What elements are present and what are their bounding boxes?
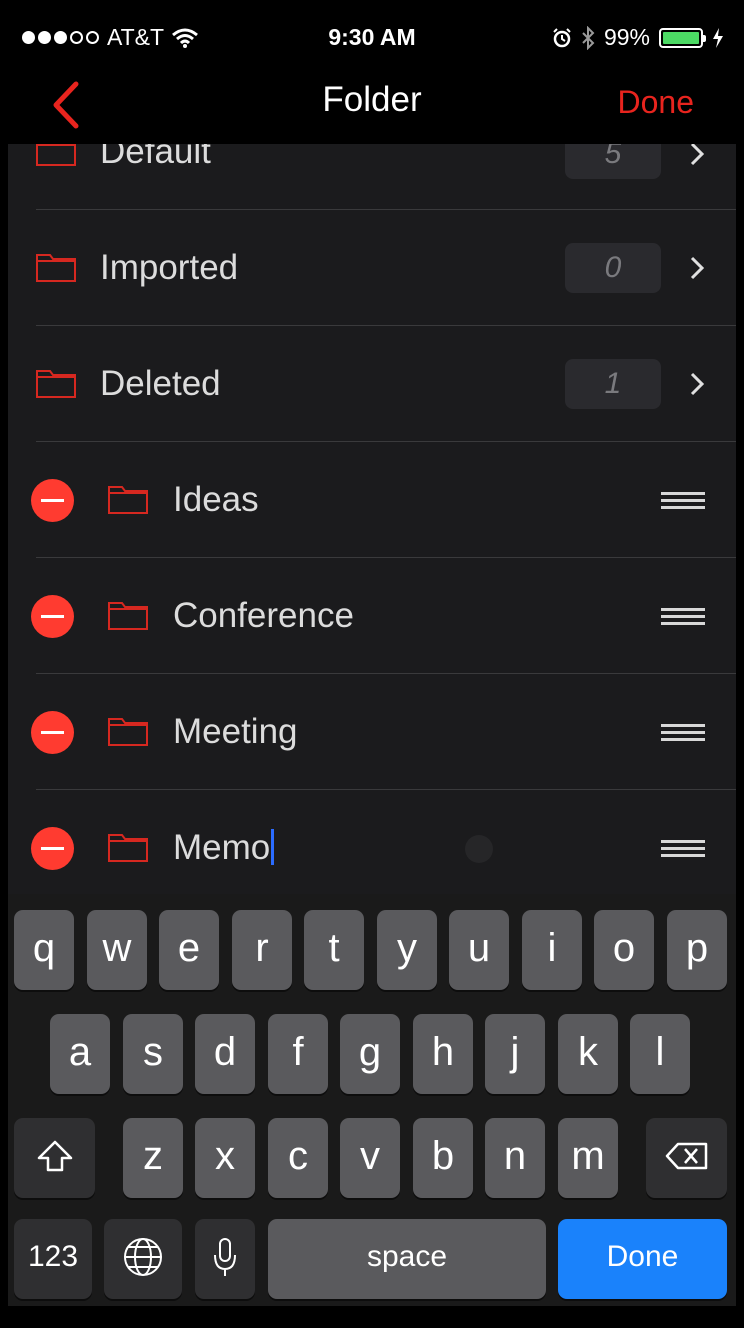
folder-icon (108, 834, 148, 862)
battery-percent: 99% (603, 24, 650, 50)
reorder-handle-icon[interactable] (661, 840, 705, 858)
folder-name-text: Memo (173, 828, 271, 867)
folder-count-badge: 1 (565, 359, 661, 409)
alarm-icon (553, 27, 571, 47)
key-x[interactable]: x (195, 1118, 255, 1198)
folder-name: Ideas (173, 480, 259, 519)
folder-icon (36, 370, 76, 398)
folder-list: Default 5 Imported 0 Deleted 1 Ideas Con… (8, 144, 736, 894)
globe-key[interactable] (104, 1219, 182, 1299)
key-s[interactable]: s (123, 1014, 183, 1094)
key-y[interactable]: y (377, 910, 437, 990)
key-u[interactable]: u (449, 910, 509, 990)
list-item-editable-folder[interactable]: Ideas (8, 442, 736, 558)
keyboard: q w e r t y u i o p a s d f g h j k l z … (8, 894, 736, 1306)
globe-icon (124, 1238, 162, 1276)
folder-icon (108, 486, 148, 514)
delete-folder-button[interactable] (31, 595, 74, 638)
delete-folder-button[interactable] (31, 827, 74, 870)
key-p[interactable]: p (667, 910, 727, 990)
list-item-editable-folder[interactable]: Meeting (8, 674, 736, 790)
list-item-folder[interactable]: Deleted 1 (8, 326, 736, 442)
done-button[interactable]: Done (618, 84, 695, 121)
reorder-handle-icon[interactable] (661, 608, 705, 626)
bottom-edge (0, 1306, 744, 1328)
key-o[interactable]: o (594, 910, 654, 990)
navigation-bar: Folder Done (8, 62, 736, 144)
backspace-key[interactable] (646, 1118, 727, 1198)
key-v[interactable]: v (340, 1118, 400, 1198)
battery-icon (659, 27, 706, 48)
key-m[interactable]: m (558, 1118, 618, 1198)
key-h[interactable]: h (413, 1014, 473, 1094)
folder-icon (108, 602, 148, 630)
key-g[interactable]: g (340, 1014, 400, 1094)
dictation-key[interactable] (195, 1219, 255, 1299)
delete-folder-button[interactable] (31, 711, 74, 754)
microphone-icon (214, 1238, 236, 1276)
key-j[interactable]: j (485, 1014, 545, 1094)
bluetooth-icon (582, 25, 595, 50)
keyboard-done-key[interactable]: Done (558, 1219, 727, 1299)
folder-name: Meeting (173, 712, 298, 751)
list-item-folder[interactable]: Default 5 (8, 144, 736, 210)
key-z[interactable]: z (123, 1118, 183, 1198)
folder-name: Default (100, 144, 211, 171)
clear-text-icon[interactable] (465, 835, 493, 863)
key-b[interactable]: b (413, 1118, 473, 1198)
key-e[interactable]: e (159, 910, 219, 990)
numbers-key[interactable]: 123 (14, 1219, 92, 1299)
key-k[interactable]: k (558, 1014, 618, 1094)
reorder-handle-icon[interactable] (661, 492, 705, 510)
delete-folder-button[interactable] (31, 479, 74, 522)
space-key[interactable]: space (268, 1219, 546, 1299)
key-l[interactable]: l (630, 1014, 690, 1094)
chevron-right-icon (690, 372, 705, 396)
chevron-right-icon (690, 256, 705, 280)
folder-icon (36, 144, 76, 166)
list-item-folder[interactable]: Imported 0 (8, 210, 736, 326)
key-f[interactable]: f (268, 1014, 328, 1094)
folder-count-badge: 5 (565, 144, 661, 179)
chevron-right-icon (690, 144, 705, 166)
shift-key[interactable] (14, 1118, 95, 1198)
folder-name-input[interactable]: Memo (173, 828, 275, 868)
charging-bolt-icon (713, 27, 723, 48)
folder-name: Conference (173, 596, 354, 635)
shift-arrow-icon (37, 1140, 72, 1172)
key-q[interactable]: q (14, 910, 74, 990)
folder-icon (36, 254, 76, 282)
folder-count-badge: 0 (565, 243, 661, 293)
list-item-editable-folder[interactable]: Conference (8, 558, 736, 674)
key-w[interactable]: w (87, 910, 147, 990)
folder-icon (108, 718, 148, 746)
key-n[interactable]: n (485, 1118, 545, 1198)
key-d[interactable]: d (195, 1014, 255, 1094)
folder-name: Imported (100, 248, 239, 287)
backspace-icon (665, 1142, 707, 1170)
folder-name: Deleted (100, 364, 221, 403)
key-a[interactable]: a (50, 1014, 110, 1094)
reorder-handle-icon[interactable] (661, 724, 705, 742)
text-cursor (271, 829, 275, 865)
key-i[interactable]: i (522, 910, 582, 990)
key-c[interactable]: c (268, 1118, 328, 1198)
status-right: 99% (552, 24, 724, 51)
key-t[interactable]: t (304, 910, 364, 990)
list-item-editable-folder[interactable]: Memo (8, 790, 736, 894)
key-r[interactable]: r (232, 910, 292, 990)
